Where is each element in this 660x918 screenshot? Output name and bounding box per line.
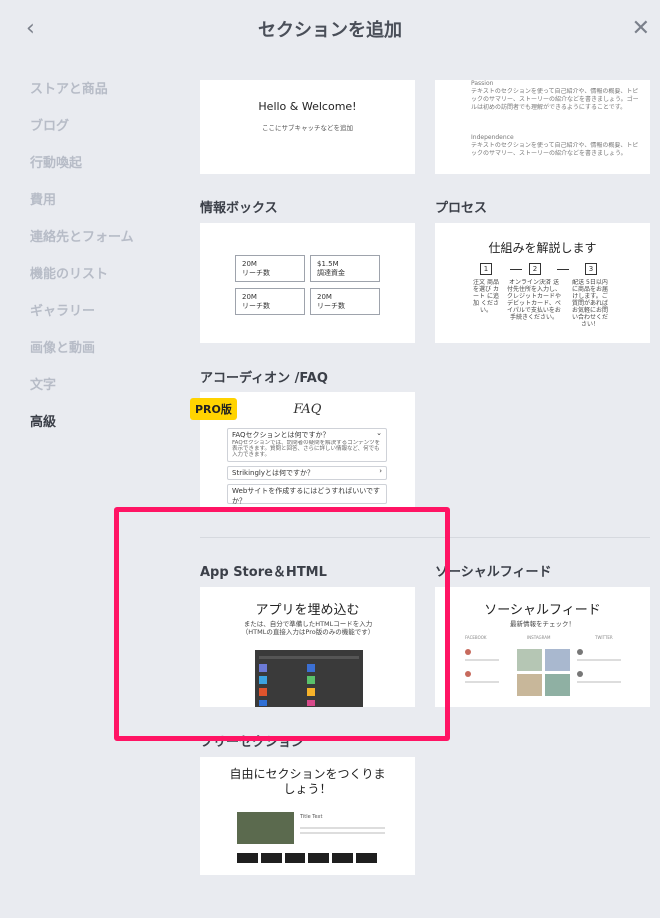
- app-store-preview-image: [255, 650, 363, 707]
- faq-question[interactable]: Webサイトを作成するにはどうすればいいですか？: [227, 484, 387, 505]
- process-step-number: 1: [480, 263, 492, 275]
- social-photo: [545, 649, 570, 671]
- app-store-heading: アプリを埋め込む: [255, 603, 360, 618]
- social-photo: [517, 674, 542, 696]
- sidebar-item-contact[interactable]: 連絡先とフォーム: [30, 226, 180, 263]
- process-step-text: 注文 商品を選び カート に追加 ください。: [473, 279, 499, 314]
- sidebar-item-advanced[interactable]: 高級: [30, 411, 180, 448]
- text-section-card[interactable]: Passion テキストのセクションを使って自己紹介や、情報の概要、トピックのサ…: [435, 80, 650, 174]
- app-store-subtext: または、自分で準備したHTMLコードを入力（HTMLの直接入力はPro版のみの機…: [241, 620, 375, 636]
- free-section-image: [237, 812, 294, 844]
- sidebar-item-blog[interactable]: ブログ: [30, 115, 180, 152]
- pro-badge: PRO版: [190, 398, 237, 420]
- dialog-title: セクションを追加: [258, 20, 402, 41]
- category-sidebar: ストアと商品 ブログ 行動喚起 費用 連絡先とフォーム 機能のリスト ギャラリー…: [30, 78, 180, 448]
- info-box-item: $1.5M 調達資金: [310, 255, 380, 282]
- info-box-card[interactable]: 20M リーチ数 $1.5M 調達資金 20M リーチ数 20M リーチ数: [200, 223, 415, 343]
- hello-subheading: ここにサブキャッチなどを追加: [262, 124, 353, 132]
- process-step-text: 配送 5日以内に商品をお届けします。ご質問があれば お気軽にお問い合わせください…: [571, 279, 608, 327]
- social-feed-heading: ソーシャルフィード: [484, 603, 601, 618]
- faq-answer-text: FAQセクションでは、訪問者の疑問を解決するコンテンツを表示できます。質問と回答…: [232, 440, 381, 458]
- faq-question[interactable]: Strikinglyとは何ですか？ ›: [227, 466, 387, 480]
- accordion-label: アコーディオン /FAQ: [200, 371, 328, 386]
- social-feed-card[interactable]: ソーシャルフィード 最新情報をチェック！ FACEBOOK INSTAGRAM …: [435, 587, 650, 707]
- sidebar-item-text[interactable]: 文字: [30, 374, 180, 411]
- sidebar-item-pricing[interactable]: 費用: [30, 189, 180, 226]
- info-box-item: 20M リーチ数: [310, 288, 380, 315]
- social-col-facebook: FACEBOOK: [465, 635, 487, 640]
- social-twitter-posts: [577, 649, 627, 689]
- process-connector: [557, 269, 569, 270]
- process-heading: 仕組みを解説します: [488, 241, 597, 255]
- info-box-item: 20M リーチ数: [235, 288, 305, 315]
- info-box-item: 20M リーチ数: [235, 255, 305, 282]
- sidebar-item-gallery[interactable]: ギャラリー: [30, 300, 180, 337]
- social-facebook-posts: [465, 649, 505, 689]
- process-step-number: 3: [585, 263, 597, 275]
- app-store-label: App Store＆HTML: [200, 565, 327, 580]
- text-preview-body-2: テキストのセクションを使って自己紹介や、情報の概要、トピックのサマリー、ストーリ…: [471, 142, 639, 157]
- hello-heading: Hello & Welcome!: [258, 100, 357, 113]
- free-section-toolbar: [237, 853, 377, 863]
- hello-section-card[interactable]: Hello & Welcome! ここにサブキャッチなどを追加: [200, 80, 415, 174]
- social-photo: [517, 649, 542, 671]
- faq-question-text: Webサイトを作成するにはどうすればいいですか？: [232, 487, 381, 505]
- info-box-label: 情報ボックス: [200, 201, 278, 216]
- process-step-number: 2: [529, 263, 541, 275]
- faq-question-text: FAQセクションとは何ですか？: [232, 431, 330, 439]
- faq-question-expanded[interactable]: FAQセクションとは何ですか？ FAQセクションでは、訪問者の疑問を解決するコン…: [227, 428, 387, 462]
- close-icon[interactable]: ✕: [632, 16, 650, 41]
- sidebar-item-store[interactable]: ストアと商品: [30, 78, 180, 115]
- faq-question-text: Strikinglyとは何ですか？: [232, 469, 314, 477]
- text-preview-body-1: テキストのセクションを使って自己紹介や、情報の概要、トピックのサマリー、ストーリ…: [471, 88, 639, 111]
- chevron-right-icon: ›: [379, 467, 382, 475]
- dialog-header: ‹ セクションを追加 ✕: [0, 0, 660, 58]
- social-feed-subheading: 最新情報をチェック！: [510, 620, 575, 628]
- section-divider: [200, 537, 650, 538]
- text-preview-title-1: Passion: [471, 80, 494, 87]
- process-connector: [510, 269, 522, 270]
- sidebar-item-features[interactable]: 機能のリスト: [30, 263, 180, 300]
- process-step-text: オンライン決済 送付先住所を入力し、クレジットカードやデビットカード、ペイパルで…: [507, 279, 561, 321]
- social-col-twitter: TWITTER: [595, 635, 613, 640]
- process-card[interactable]: 仕組みを解説します 1 2 3 注文 商品を選び カート に追加 ください。 オ…: [435, 223, 650, 343]
- social-feed-label: ソーシャルフィード: [435, 565, 552, 580]
- process-label: プロセス: [435, 201, 488, 216]
- free-section-title-text: Title Text: [300, 814, 323, 820]
- social-photo: [545, 674, 570, 696]
- chevron-down-icon: ⌄: [376, 429, 382, 437]
- sidebar-item-cta[interactable]: 行動喚起: [30, 152, 180, 189]
- app-store-card[interactable]: アプリを埋め込む または、自分で準備したHTMLコードを入力（HTMLの直接入力…: [200, 587, 415, 707]
- text-preview-title-2: Independence: [471, 134, 514, 141]
- free-section-label: フリーセクション: [200, 735, 305, 750]
- free-section-card[interactable]: 自由にセクションをつくりましょう！ Title Text: [200, 757, 415, 875]
- free-section-heading: 自由にセクションをつくりましょう！: [229, 767, 386, 796]
- sidebar-item-media[interactable]: 画像と動画: [30, 337, 180, 374]
- social-col-instagram: INSTAGRAM: [527, 635, 551, 640]
